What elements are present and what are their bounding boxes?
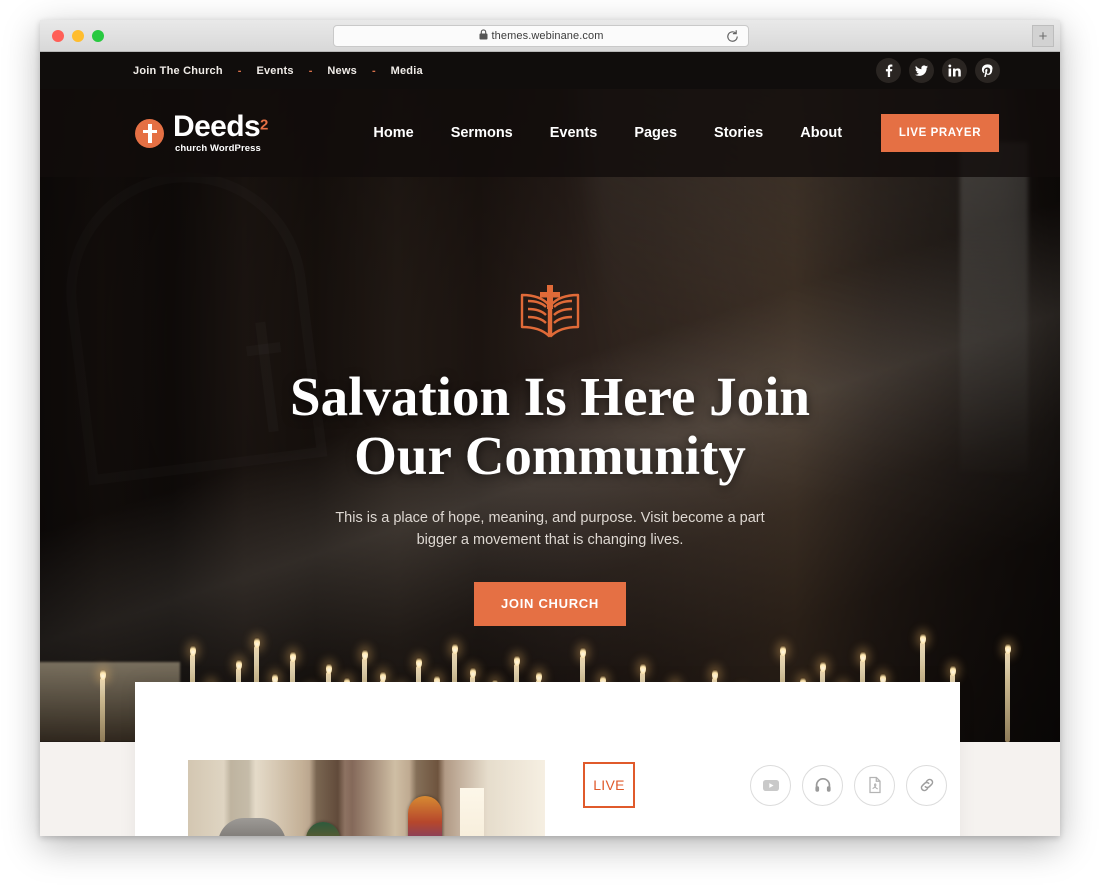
- hero-subtitle: This is a place of hope, meaning, and pu…: [40, 507, 1060, 551]
- logo-name: Deeds: [173, 110, 261, 144]
- topbar-separator: -: [371, 64, 376, 77]
- cross-in-circle-icon: [135, 118, 164, 148]
- maximize-window-button[interactable]: [92, 29, 104, 42]
- topbar-separator: -: [237, 64, 242, 77]
- media-format-buttons: [750, 764, 947, 806]
- youtube-icon[interactable]: [750, 764, 791, 806]
- nav-item-stories[interactable]: Stories: [714, 125, 763, 141]
- site-header: Deeds2 church WordPress Home Sermons Eve…: [40, 89, 1060, 177]
- new-tab-button[interactable]: +: [1032, 25, 1054, 47]
- minimize-window-button[interactable]: [72, 29, 84, 42]
- live-prayer-button[interactable]: LIVE PRAYER: [881, 114, 999, 152]
- lock-icon: [479, 27, 488, 45]
- topbar-link-media[interactable]: Media: [391, 65, 423, 77]
- pdf-file-icon[interactable]: [854, 764, 895, 806]
- browser-toolbar: themes.webinane.com +: [40, 20, 1060, 52]
- link-icon[interactable]: [906, 764, 947, 806]
- top-utility-bar: Join The Church - Events - News - Media: [40, 52, 1060, 89]
- open-book-with-cross-icon: [510, 285, 590, 346]
- url-text: themes.webinane.com: [491, 30, 604, 42]
- pinterest-icon[interactable]: [975, 58, 1000, 83]
- twitter-icon[interactable]: [909, 58, 934, 83]
- church-congregation-photo: [188, 760, 545, 836]
- featured-sermon-card: LIVE: [135, 682, 960, 836]
- card-title-line1: Preaching. Worship.: [583, 832, 947, 836]
- nav-item-home[interactable]: Home: [373, 125, 413, 141]
- live-badge: LIVE: [583, 762, 635, 808]
- nav-item-about[interactable]: About: [800, 125, 842, 141]
- hero-subtitle-line1: This is a place of hope, meaning, and pu…: [335, 509, 765, 526]
- hero-title-line2: Our Community: [354, 424, 746, 486]
- headphones-icon[interactable]: [802, 764, 843, 806]
- window-traffic-lights: [52, 29, 104, 42]
- topbar-link-news[interactable]: News: [327, 65, 357, 77]
- close-window-button[interactable]: [52, 29, 64, 42]
- social-links: [876, 58, 1000, 83]
- topbar-separator: -: [308, 64, 313, 77]
- join-church-button[interactable]: JOIN CHURCH: [474, 581, 626, 626]
- logo-tagline: church WordPress: [175, 143, 261, 155]
- topbar-link-events[interactable]: Events: [256, 65, 293, 77]
- hero-subtitle-line2: bigger a movement that is changing lives…: [416, 531, 684, 548]
- address-bar[interactable]: themes.webinane.com: [333, 25, 749, 47]
- hero-title-line1: Salvation Is Here Join: [289, 366, 810, 427]
- linkedin-icon[interactable]: [942, 58, 967, 83]
- site-logo[interactable]: Deeds2 church WordPress: [135, 112, 268, 154]
- top-utility-links: Join The Church - Events - News - Media: [133, 65, 423, 77]
- hero-title: Salvation Is Here Join Our Community: [40, 366, 1060, 486]
- nav-item-events[interactable]: Events: [550, 125, 598, 141]
- topbar-link-join-the-church[interactable]: Join The Church: [133, 65, 223, 77]
- logo-superscript: 2: [260, 116, 269, 134]
- facebook-icon[interactable]: [876, 58, 901, 83]
- nav-item-pages[interactable]: Pages: [634, 125, 677, 141]
- card-title: Preaching. Worship. An Online Family.: [583, 832, 947, 836]
- reload-icon[interactable]: [725, 29, 740, 44]
- nav-item-sermons[interactable]: Sermons: [451, 125, 513, 141]
- main-navigation: Home Sermons Events Pages Stories About: [373, 125, 842, 141]
- page-viewport: Join The Church - Events - News - Media: [40, 52, 1060, 836]
- browser-window: themes.webinane.com + Join The Church - …: [40, 20, 1060, 836]
